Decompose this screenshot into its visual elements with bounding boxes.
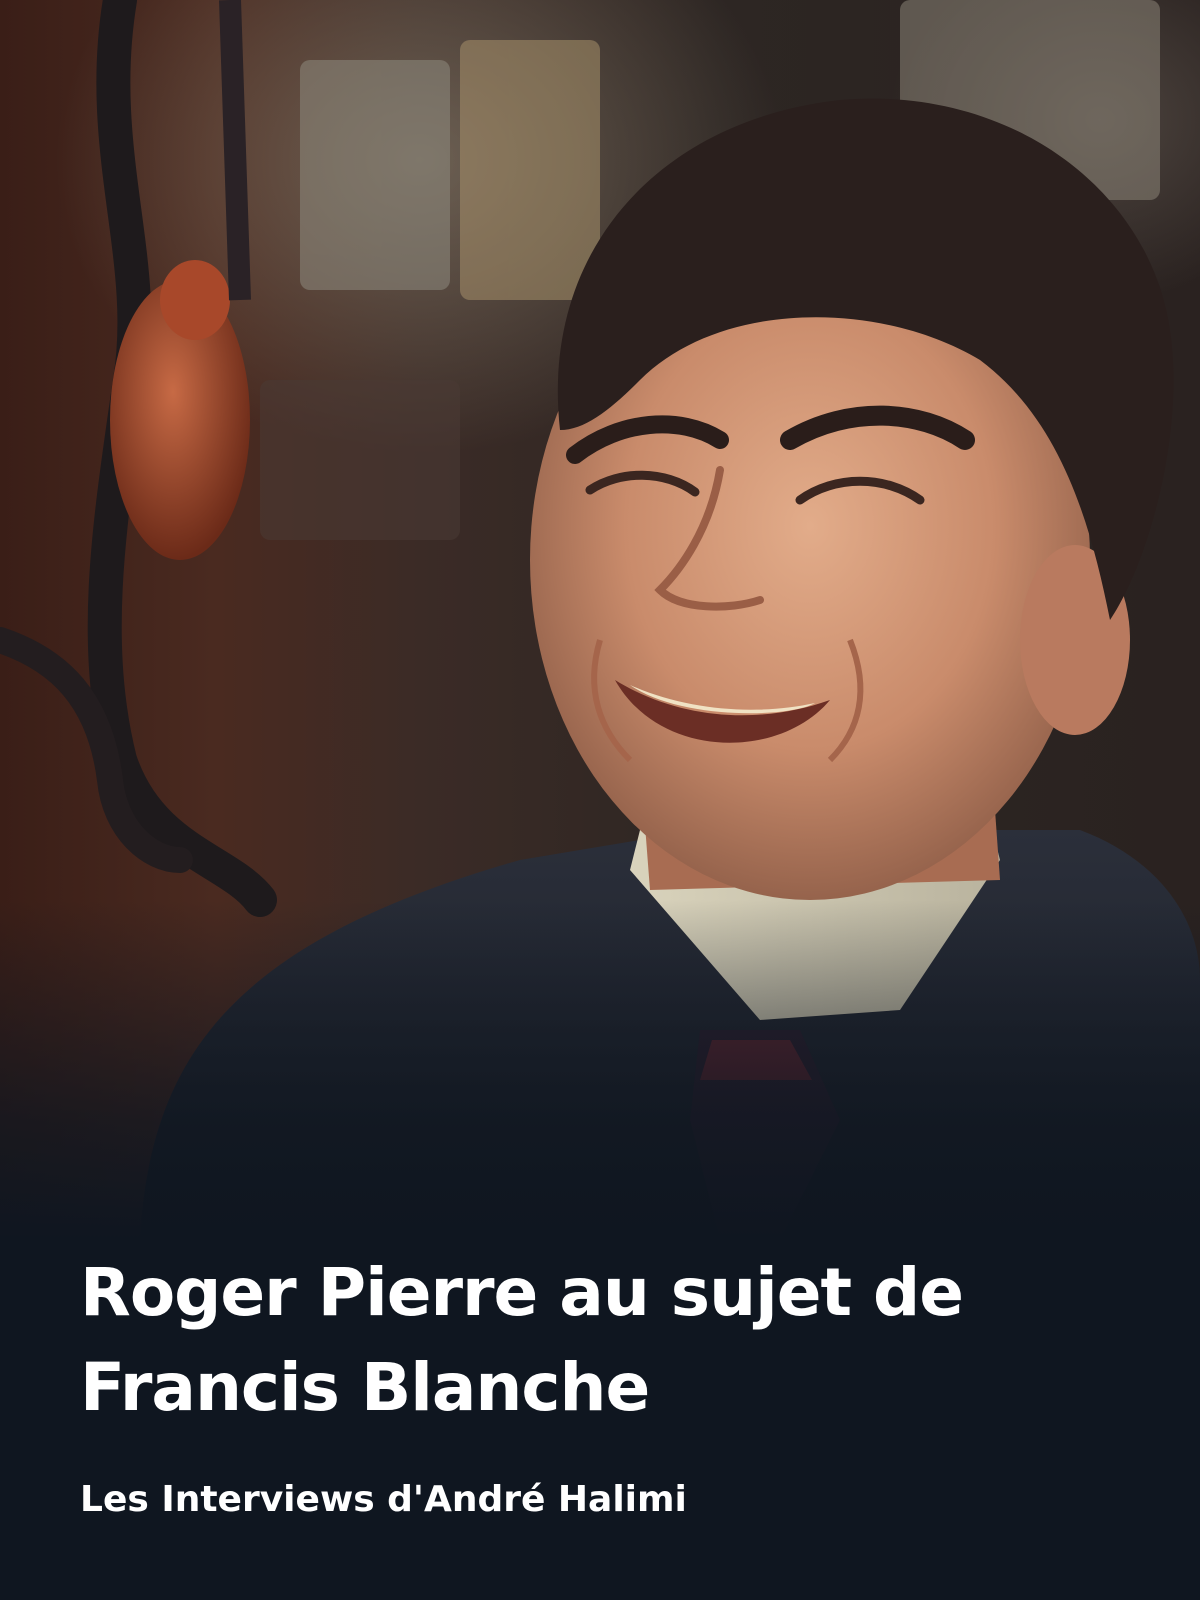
background-ornament <box>0 0 277 917</box>
series-subtitle[interactable]: Les Interviews d'André Halimi <box>80 1477 1120 1523</box>
program-poster[interactable]: Roger Pierre au sujet de Francis Blanche… <box>0 0 1200 1600</box>
interview-still-image <box>0 0 1200 1240</box>
caption-block: Roger Pierre au sujet de Francis Blanche… <box>80 1245 1120 1523</box>
program-title[interactable]: Roger Pierre au sujet de Francis Blanche <box>80 1245 1120 1435</box>
bottom-fade-overlay <box>0 900 1200 1240</box>
